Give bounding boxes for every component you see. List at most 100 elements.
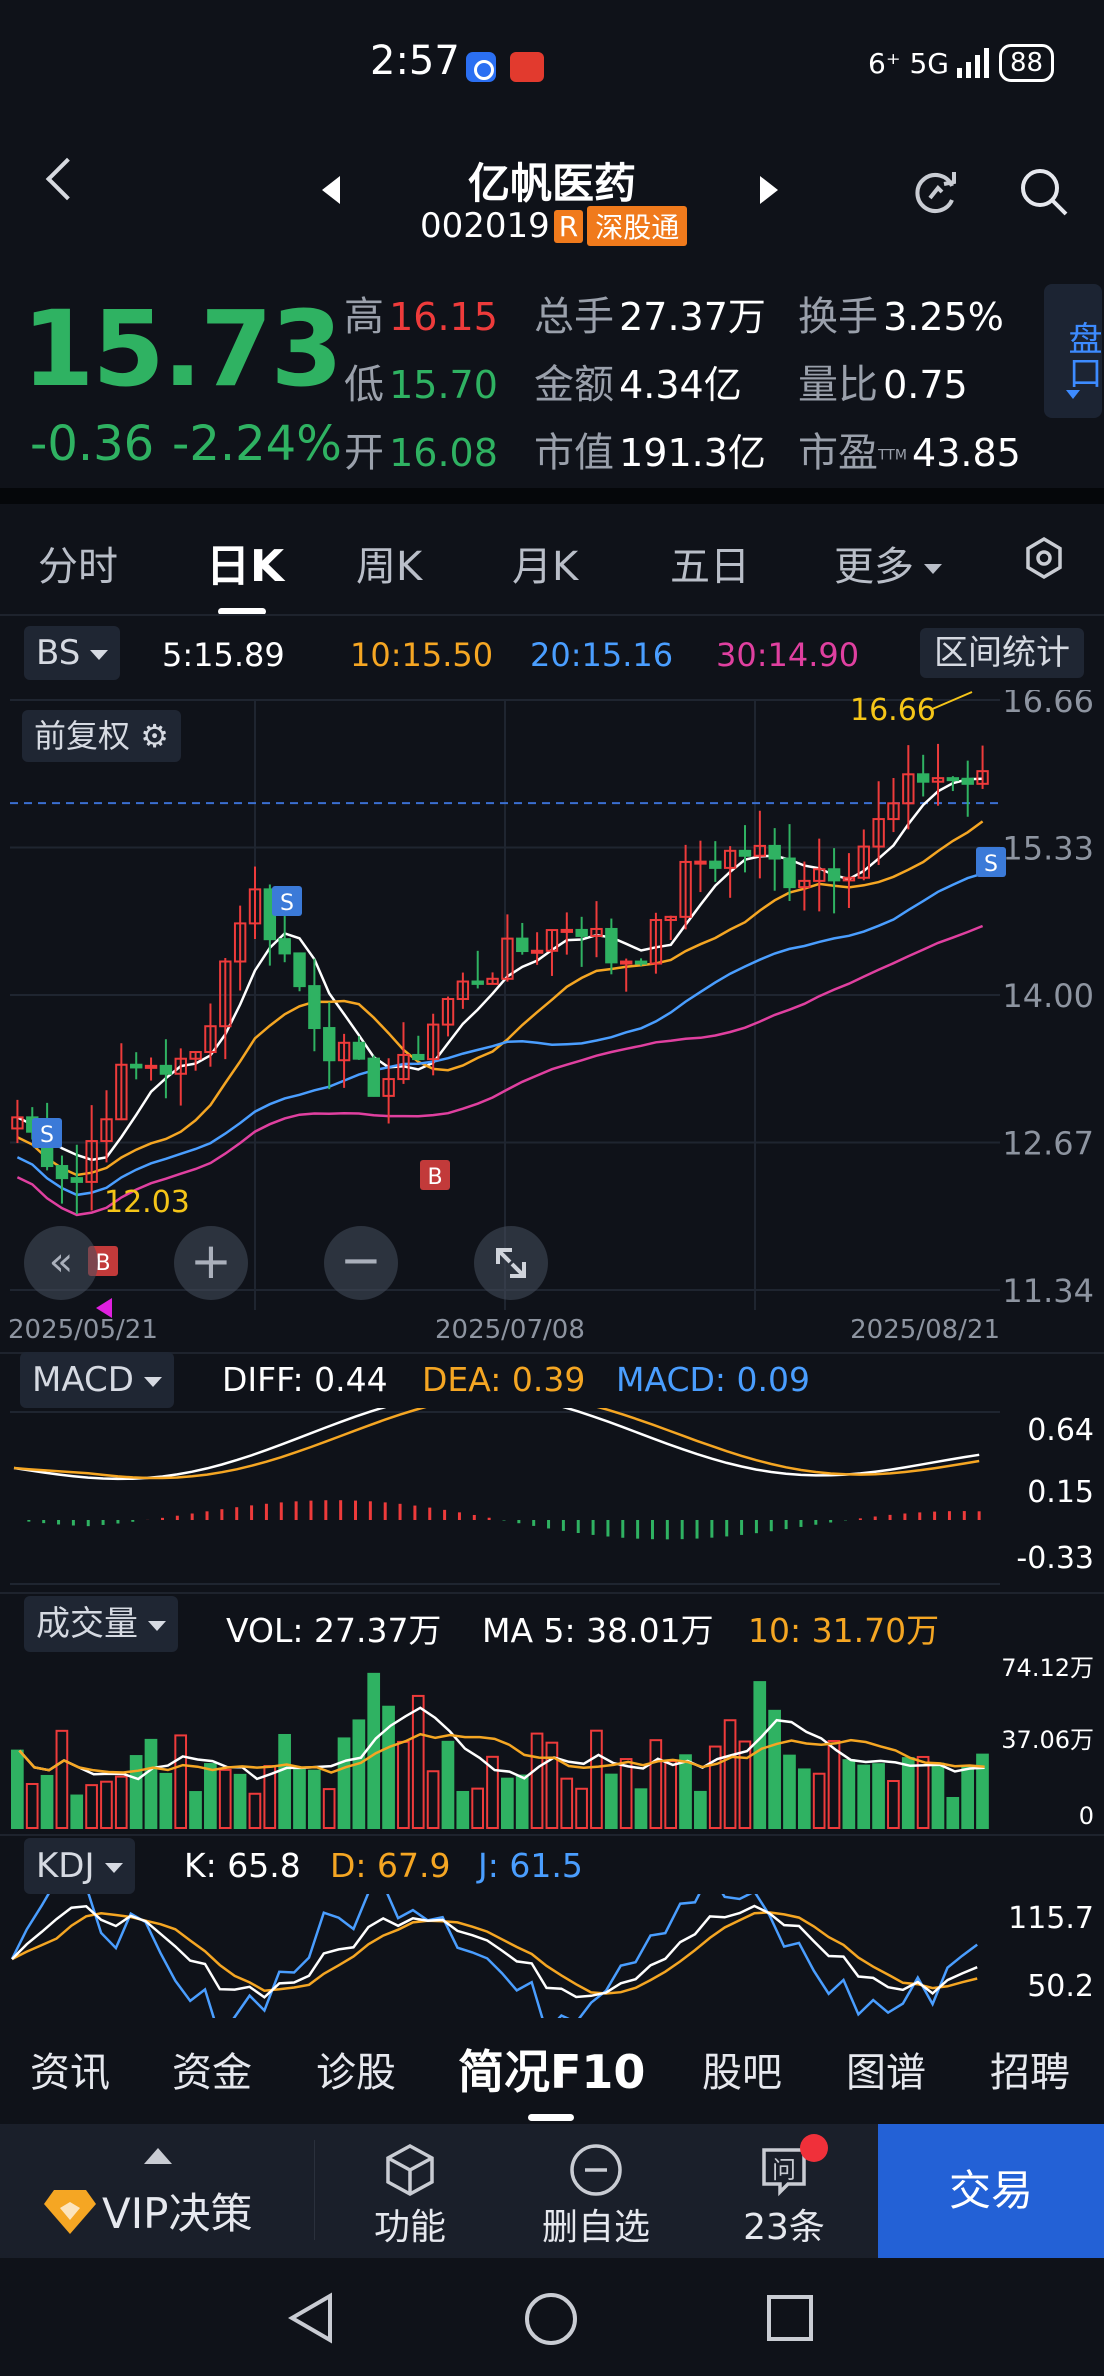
- mktcap-stat: 市值 191.3亿: [534, 430, 766, 476]
- volume-bar: [337, 1737, 351, 1829]
- tab-intraday[interactable]: 分时: [38, 534, 118, 592]
- bs-selector[interactable]: BS: [24, 626, 121, 680]
- tab-monthly-k[interactable]: 月K: [512, 534, 578, 592]
- kdj-chart: 115.7 50.2: [10, 1894, 1094, 2018]
- notification-dot: [800, 2134, 828, 2162]
- candle-body: [560, 928, 574, 933]
- gear-icon[interactable]: [1022, 536, 1066, 580]
- trade-button[interactable]: 交易: [878, 2124, 1104, 2258]
- volume-bar: [515, 1774, 529, 1829]
- kdj-y-label: 115.7: [1008, 1901, 1094, 1936]
- diff-line: [13, 1408, 980, 1481]
- kline-chart[interactable]: 16.66 15.33 14.00 12.67 11.34 2025/05/21 2025/…: [0, 690, 1104, 1350]
- x-axis-label: 2025/05/21: [8, 1315, 158, 1345]
- kdj-selector[interactable]: KDJ: [24, 1838, 135, 1894]
- tab-daily-k[interactable]: 日K: [206, 530, 284, 594]
- volume-bar: [40, 1774, 54, 1830]
- remove-watch-button[interactable]: 删自选: [530, 2142, 662, 2250]
- candle-body: [293, 952, 306, 988]
- diamond-icon: [44, 2189, 96, 2234]
- min-price-label: 12.03: [104, 1185, 190, 1220]
- candle-body: [946, 777, 960, 782]
- macd-selector[interactable]: MACD: [20, 1352, 174, 1408]
- volume-bar: [100, 1780, 113, 1829]
- ma30-value: 30:14.90: [716, 636, 860, 674]
- candle-body: [278, 938, 291, 955]
- volume-bar: [738, 1740, 752, 1829]
- volume-bar: [456, 1790, 470, 1829]
- tab-graph[interactable]: 图谱: [846, 2040, 926, 2098]
- candle-body: [768, 844, 781, 860]
- volume-bar: [11, 1749, 24, 1829]
- volume-bar: [501, 1777, 514, 1829]
- stock-name: 亿帆医药: [467, 159, 636, 208]
- volume-bar: [85, 1784, 98, 1830]
- fullscreen-button[interactable]: [474, 1226, 548, 1300]
- expand-up-icon[interactable]: [144, 2148, 172, 2164]
- volume-bar: [411, 1694, 425, 1830]
- volume-bar: [560, 1777, 574, 1830]
- app-notification-icon: [466, 52, 496, 82]
- volume-selector[interactable]: 成交量: [24, 1596, 178, 1652]
- kdj-k: K: 65.8: [184, 1846, 301, 1885]
- questions-button[interactable]: 问 23条: [724, 2142, 844, 2250]
- candle-body: [709, 860, 722, 869]
- cube-icon: [386, 2144, 434, 2196]
- stock-code: 002019: [420, 206, 550, 246]
- vol-ratio-stat: 量比 0.75: [798, 362, 968, 408]
- volume-bar: [694, 1790, 707, 1829]
- macd-value: MACD: 0.09: [616, 1360, 811, 1399]
- tab-jobs[interactable]: 招聘: [990, 2040, 1070, 2098]
- status-time: 2:57: [370, 38, 460, 84]
- nav-recents-icon[interactable]: [764, 2292, 816, 2344]
- vip-button[interactable]: VIP决策: [44, 2180, 252, 2241]
- candle-body: [605, 927, 618, 964]
- volume-bar: [545, 1741, 559, 1829]
- function-button[interactable]: 功能: [350, 2142, 470, 2250]
- volume-bar: [218, 1768, 232, 1829]
- y-axis-label: 12.67: [1002, 1125, 1094, 1163]
- status-indicators: 6⁺ 5G 88: [868, 44, 1055, 82]
- volume-bar: [144, 1738, 158, 1829]
- scroll-left-button[interactable]: «: [24, 1226, 98, 1300]
- volume-bar: [872, 1763, 885, 1830]
- tab-funds[interactable]: 资金: [172, 2040, 252, 2098]
- adjust-selector[interactable]: 前复权 ⚙: [22, 710, 181, 762]
- tab-news[interactable]: 资讯: [30, 2040, 110, 2098]
- volume-bar: [619, 1758, 633, 1829]
- volume-bar: [575, 1787, 588, 1829]
- tab-forum[interactable]: 股吧: [702, 2040, 782, 2098]
- candle-body: [352, 1041, 366, 1060]
- open-stat: 开 16.08: [344, 430, 498, 476]
- zoom-out-button[interactable]: −: [324, 1226, 398, 1300]
- minus-circle-icon: [570, 2144, 622, 2196]
- range-stats-button[interactable]: 区间统计: [920, 628, 1084, 678]
- search-icon[interactable]: [1016, 164, 1072, 220]
- tab-five-day[interactable]: 五日: [670, 534, 750, 592]
- candle-body: [323, 1027, 336, 1062]
- tab-weekly-k[interactable]: 周K: [356, 534, 422, 592]
- prev-stock-icon[interactable]: [322, 176, 340, 204]
- tab-f10[interactable]: 简况F10: [458, 2036, 645, 2102]
- stock-code-row: 002019 R 深股通: [420, 206, 688, 246]
- volume-bar: [812, 1772, 826, 1829]
- candle-body: [575, 928, 588, 937]
- back-icon[interactable]: [45, 157, 89, 201]
- candle-body: [367, 1057, 380, 1097]
- y-axis-label: 16.66: [1002, 690, 1094, 720]
- volume-bar: [723, 1719, 737, 1829]
- ma20-value: 20:15.16: [530, 636, 674, 674]
- app-notification-icon-2: [510, 52, 544, 82]
- ma20-line: [16, 872, 983, 1197]
- volume-y-label: 0: [1079, 1802, 1094, 1830]
- zoom-in-button[interactable]: +: [174, 1226, 248, 1300]
- nav-back-icon[interactable]: [284, 2290, 340, 2346]
- refresh-icon[interactable]: [908, 164, 964, 220]
- bottom-tab-indicator: [528, 2114, 574, 2121]
- nav-home-icon[interactable]: [522, 2290, 580, 2348]
- tab-diagnosis[interactable]: 诊股: [316, 2040, 396, 2098]
- tab-more[interactable]: 更多: [834, 534, 942, 592]
- candle-body: [916, 773, 930, 783]
- next-stock-icon[interactable]: [760, 176, 778, 204]
- volume-bar: [530, 1732, 544, 1829]
